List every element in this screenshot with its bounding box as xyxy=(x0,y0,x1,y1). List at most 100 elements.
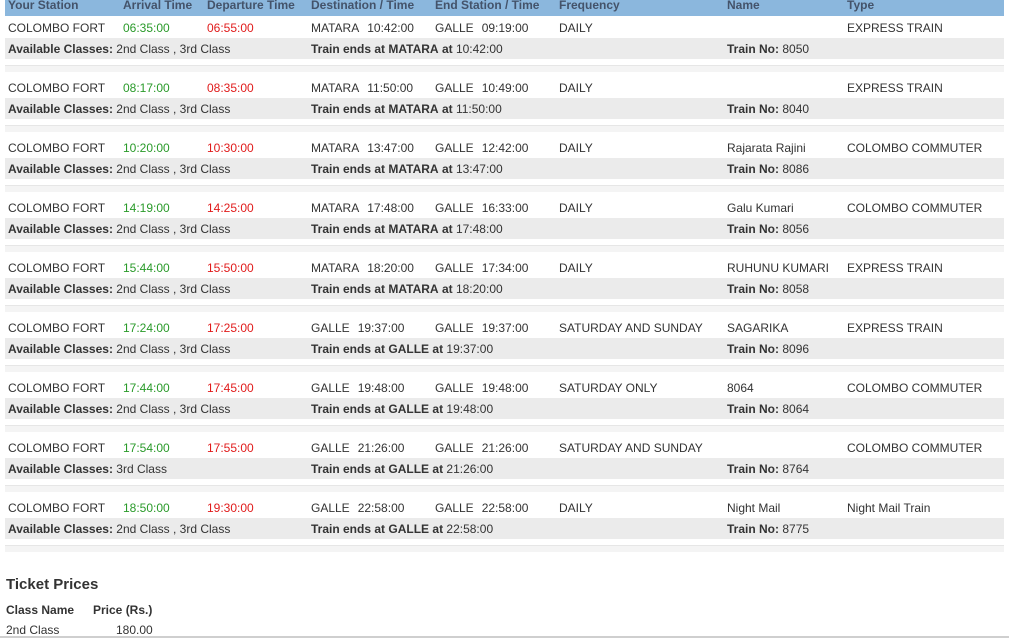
departure-time-cell: 14:25:00 xyxy=(207,201,254,215)
ticket-prices-title: Ticket Prices xyxy=(6,576,99,593)
train-ends-at-label: at xyxy=(432,462,444,476)
end-station: GALLE xyxy=(435,261,474,275)
train-number-value: 8086 xyxy=(782,162,810,176)
station-cell: COLOMBO FORT xyxy=(8,21,106,35)
train-ends-time: 18:20:00 xyxy=(455,282,503,296)
train-ends-station: MATARA xyxy=(388,222,439,236)
destination-time: 11:50:00 xyxy=(367,81,414,95)
train-ends-label: Train ends at xyxy=(311,42,386,56)
train-ends-station: MATARA xyxy=(388,282,439,296)
train-ends-station: GALLE xyxy=(388,402,430,416)
train-number-value: 8064 xyxy=(782,402,810,416)
end-station-cell: GALLE 19:48:00 xyxy=(435,381,528,395)
train-entry: COLOMBO FORT 06:35:00 06:55:00 MATARA 10:42:… xyxy=(5,17,1004,77)
end-station-cell: GALLE 22:58:00 xyxy=(435,501,528,515)
available-classes-cell: Available Classes: 2nd Class , 3rd Class xyxy=(8,522,230,536)
train-ends-at-label: at xyxy=(441,282,453,296)
available-classes-label: Available Classes: xyxy=(8,102,113,116)
train-entry: COLOMBO FORT 17:54:00 17:55:00 GALLE 21:26:0… xyxy=(5,437,1004,497)
train-number-label: Train No: xyxy=(727,282,780,296)
train-detail-row: Available Classes: 2nd Class , 3rd Class… xyxy=(5,218,1004,239)
train-main-row: COLOMBO FORT 15:44:00 15:50:00 MATARA 18:20:… xyxy=(5,257,1004,278)
train-type-cell: COLOMBO COMMUTER xyxy=(847,441,983,455)
train-ends-time: 21:26:00 xyxy=(446,462,494,476)
train-main-row: COLOMBO FORT 08:17:00 08:35:00 MATARA 11:50:… xyxy=(5,77,1004,98)
train-entry: COLOMBO FORT 18:50:00 19:30:00 GALLE 22:58:0… xyxy=(5,497,1004,557)
departure-time-cell: 08:35:00 xyxy=(207,81,254,95)
available-classes-label: Available Classes: xyxy=(8,342,113,356)
train-ends-at-label: at xyxy=(432,522,444,536)
train-type-cell: EXPRESS TRAIN xyxy=(847,261,943,275)
row-separator xyxy=(5,365,1004,372)
train-detail-row: Available Classes: 2nd Class , 3rd Class… xyxy=(5,98,1004,119)
end-station: GALLE xyxy=(435,21,474,35)
end-station: GALLE xyxy=(435,321,474,335)
train-entry: COLOMBO FORT 15:44:00 15:50:00 MATARA 18:20:… xyxy=(5,257,1004,317)
destination-cell: MATARA 10:42:00 xyxy=(311,21,414,35)
train-ends-time: 10:42:00 xyxy=(455,42,503,56)
train-ends-label: Train ends at xyxy=(311,282,386,296)
train-ends-time: 19:48:00 xyxy=(446,402,494,416)
row-separator xyxy=(5,65,1004,72)
end-station-time: 19:48:00 xyxy=(481,381,529,395)
destination-time: 10:42:00 xyxy=(367,21,414,35)
train-ends-time: 13:47:00 xyxy=(455,162,503,176)
train-number-label: Train No: xyxy=(727,162,780,176)
station-cell: COLOMBO FORT xyxy=(8,201,106,215)
end-station-time: 10:49:00 xyxy=(481,81,529,95)
destination-station: GALLE xyxy=(311,501,350,515)
frequency-cell: SATURDAY ONLY xyxy=(559,381,658,395)
train-ends-at-label: at xyxy=(441,162,453,176)
train-ends-cell: Train ends at GALLE at 19:48:00 xyxy=(311,402,493,416)
end-station-time: 16:33:00 xyxy=(481,201,529,215)
train-number-label: Train No: xyxy=(727,42,780,56)
end-station-cell: GALLE 09:19:00 xyxy=(435,21,528,35)
frequency-cell: DAILY xyxy=(559,81,593,95)
station-cell: COLOMBO FORT xyxy=(8,261,106,275)
end-station-time: 19:37:00 xyxy=(481,321,529,335)
arrival-time-cell: 14:19:00 xyxy=(123,201,170,215)
row-separator xyxy=(5,545,1004,552)
available-classes-value: 2nd Class , 3rd Class xyxy=(116,522,231,536)
train-schedule-page: Your Station Arrival Time Departure Time… xyxy=(0,0,1009,638)
train-ends-label: Train ends at xyxy=(311,402,386,416)
header-name: Name xyxy=(727,0,760,12)
train-number-cell: Train No: 8775 xyxy=(727,522,809,536)
available-classes-label: Available Classes: xyxy=(8,522,113,536)
train-number-value: 8056 xyxy=(782,222,810,236)
row-separator xyxy=(5,245,1004,252)
row-separator xyxy=(5,185,1004,192)
train-number-value: 8040 xyxy=(782,102,810,116)
available-classes-label: Available Classes: xyxy=(8,282,113,296)
train-ends-time: 19:37:00 xyxy=(446,342,494,356)
frequency-cell: DAILY xyxy=(559,21,593,35)
departure-time-cell: 17:55:00 xyxy=(207,441,254,455)
station-cell: COLOMBO FORT xyxy=(8,441,106,455)
train-number-label: Train No: xyxy=(727,342,780,356)
train-ends-cell: Train ends at GALLE at 22:58:00 xyxy=(311,522,493,536)
header-destination-time: Destination / Time xyxy=(311,0,415,12)
departure-time-cell: 17:45:00 xyxy=(207,381,254,395)
train-ends-label: Train ends at xyxy=(311,222,386,236)
train-detail-row: Available Classes: 2nd Class , 3rd Class… xyxy=(5,398,1004,419)
frequency-cell: DAILY xyxy=(559,141,593,155)
train-ends-station: MATARA xyxy=(388,162,439,176)
available-classes-value: 3rd Class xyxy=(116,462,167,476)
end-station: GALLE xyxy=(435,501,474,515)
train-main-row: COLOMBO FORT 17:54:00 17:55:00 GALLE 21:26:0… xyxy=(5,437,1004,458)
available-classes-label: Available Classes: xyxy=(8,462,113,476)
destination-station: GALLE xyxy=(311,441,350,455)
train-ends-label: Train ends at xyxy=(311,162,386,176)
train-ends-time: 11:50:00 xyxy=(455,102,502,116)
train-name-cell: Galu Kumari xyxy=(727,201,794,215)
end-station: GALLE xyxy=(435,441,474,455)
end-station-cell: GALLE 19:37:00 xyxy=(435,321,528,335)
available-classes-value: 2nd Class , 3rd Class xyxy=(116,222,231,236)
destination-station: MATARA xyxy=(311,141,360,155)
ticket-price-class-name: 2nd Class xyxy=(6,623,60,637)
station-cell: COLOMBO FORT xyxy=(8,501,106,515)
available-classes-value: 2nd Class , 3rd Class xyxy=(116,102,231,116)
arrival-time-cell: 06:35:00 xyxy=(123,21,170,35)
row-separator xyxy=(5,125,1004,132)
train-number-value: 8050 xyxy=(782,42,810,56)
